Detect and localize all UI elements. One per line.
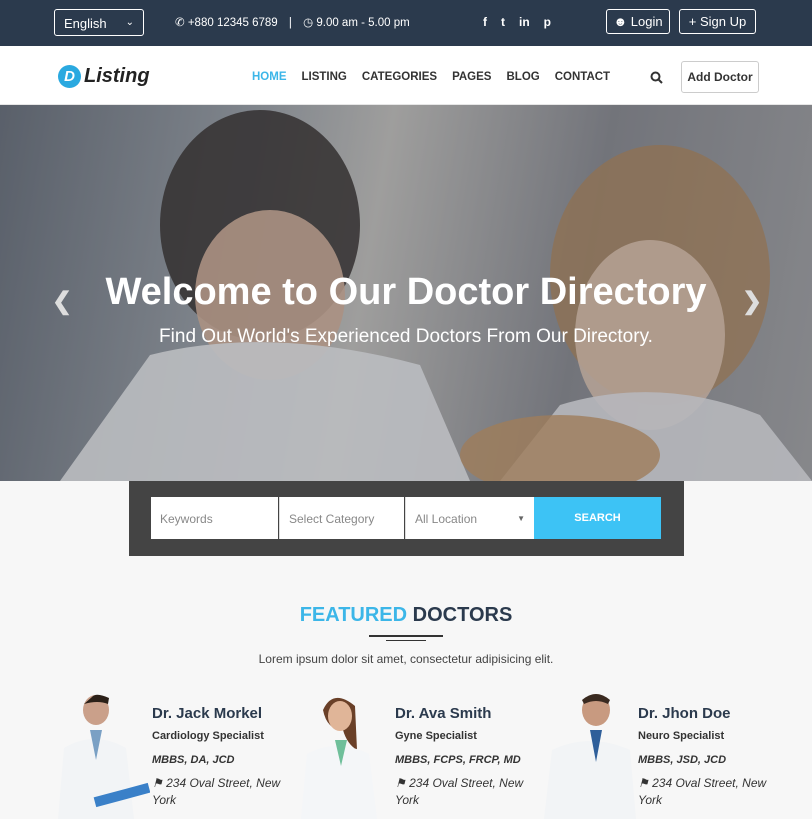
map-marker-icon: ⚑ bbox=[638, 776, 649, 790]
featured-title-rest: DOCTORS bbox=[412, 604, 513, 626]
title-divider-short bbox=[386, 640, 426, 641]
hero-subtitle: Find Out World's Experienced Doctors Fro… bbox=[159, 326, 653, 347]
logo-mark: D bbox=[58, 65, 81, 88]
hero-title: Welcome to Our Doctor Directory bbox=[105, 271, 707, 313]
doctor-info: Dr. Ava Smith Gyne Specialist MBBS, FCPS… bbox=[395, 705, 525, 809]
nav-item-categories[interactable]: CATEGORIES bbox=[362, 71, 437, 83]
caret-down-icon: ▼ bbox=[517, 514, 525, 523]
doctor-specialty: Neuro Specialist bbox=[638, 730, 725, 742]
doctor-info: Dr. Jack Morkel Cardiology Specialist MB… bbox=[152, 705, 282, 809]
doctor-degrees: MBBS, DA, JCD bbox=[152, 754, 235, 766]
doctor-address: ⚑ 234 Oval Street, New York bbox=[395, 775, 525, 809]
nav-item-home[interactable]: HOME bbox=[252, 71, 287, 83]
doctor-photo bbox=[301, 697, 377, 819]
chevron-down-icon: ⌄ bbox=[125, 17, 134, 28]
pinterest-icon[interactable]: p bbox=[544, 15, 551, 29]
doctor-photo bbox=[544, 694, 636, 819]
main-navigation: D Listing HOME LISTING CATEGORIES PAGES … bbox=[0, 46, 812, 105]
login-button[interactable]: ☻ Login bbox=[606, 9, 670, 34]
featured-title: FEATURED DOCTORS bbox=[0, 604, 812, 627]
linkedin-icon[interactable]: in bbox=[519, 15, 530, 29]
nav-item-pages[interactable]: PAGES bbox=[452, 71, 491, 83]
doctor-specialty: Gyne Specialist bbox=[395, 730, 477, 742]
nav-item-blog[interactable]: BLOG bbox=[506, 71, 539, 83]
nav-menu: HOME LISTING CATEGORIES PAGES BLOG CONTA… bbox=[252, 71, 610, 83]
location-select[interactable]: All Location ▼ bbox=[405, 497, 534, 539]
doctor-address-text: 234 Oval Street, New York bbox=[638, 776, 767, 807]
plus-icon: + bbox=[688, 14, 697, 29]
hero-slider: ❮ ❯ Welcome to Our Doctor Directory Find… bbox=[0, 105, 812, 481]
language-select[interactable]: English ⌄ bbox=[54, 9, 144, 36]
category-value: Select Category bbox=[289, 512, 375, 526]
social-links: f t in p bbox=[483, 15, 551, 29]
language-value: English bbox=[64, 16, 107, 31]
doctor-address: ⚑ 234 Oval Street, New York bbox=[638, 775, 768, 809]
phone-number: +880 12345 6789 bbox=[187, 17, 278, 29]
doctor-name[interactable]: Dr. Jhon Doe bbox=[638, 705, 768, 722]
category-select[interactable]: Select Category bbox=[279, 497, 404, 539]
map-marker-icon: ⚑ bbox=[152, 776, 163, 790]
doctor-address-text: 234 Oval Street, New York bbox=[395, 776, 524, 807]
location-value: All Location bbox=[415, 512, 478, 526]
doctor-name[interactable]: Dr. Ava Smith bbox=[395, 705, 525, 722]
nav-item-listing[interactable]: LISTING bbox=[302, 71, 347, 83]
add-doctor-button[interactable]: Add Doctor bbox=[681, 61, 759, 93]
nav-item-contact[interactable]: CONTACT bbox=[555, 71, 610, 83]
doctor-card[interactable]: Dr. Jhon Doe Neuro Specialist MBBS, JSD,… bbox=[540, 690, 780, 819]
doctor-card[interactable]: Dr. Ava Smith Gyne Specialist MBBS, FCPS… bbox=[297, 690, 537, 819]
logo-text: Listing bbox=[84, 65, 150, 87]
map-marker-icon: ⚑ bbox=[395, 776, 406, 790]
twitter-icon[interactable]: t bbox=[501, 15, 505, 29]
divider: | bbox=[288, 17, 292, 29]
doctor-address-text: 234 Oval Street, New York bbox=[152, 776, 281, 807]
logo[interactable]: D Listing bbox=[58, 65, 150, 88]
doctor-address: ⚑ 234 Oval Street, New York bbox=[152, 775, 282, 809]
top-bar: English ⌄ ✆ +880 12345 6789 | ◷ 9.00 am … bbox=[0, 0, 812, 46]
keywords-input[interactable]: Keywords bbox=[151, 497, 278, 539]
signup-button[interactable]: + Sign Up bbox=[679, 9, 756, 34]
login-label: Login bbox=[630, 14, 663, 29]
clock-icon: ◷ bbox=[303, 17, 314, 29]
doctor-info: Dr. Jhon Doe Neuro Specialist MBBS, JSD,… bbox=[638, 705, 768, 809]
doctor-degrees: MBBS, JSD, JCD bbox=[638, 754, 727, 766]
featured-subtitle: Lorem ipsum dolor sit amet, consectetur … bbox=[258, 652, 554, 666]
search-button[interactable]: SEARCH bbox=[534, 497, 661, 539]
title-divider bbox=[369, 635, 443, 637]
phone-icon: ✆ bbox=[175, 17, 185, 29]
contact-info: ✆ +880 12345 6789 | ◷ 9.00 am - 5.00 pm bbox=[175, 15, 410, 29]
featured-title-highlight: FEATURED bbox=[299, 604, 408, 626]
office-hours: 9.00 am - 5.00 pm bbox=[316, 17, 410, 29]
doctor-degrees: MBBS, FCPS, FRCP, MD bbox=[395, 754, 521, 766]
doctor-card[interactable]: Dr. Jack Morkel Cardiology Specialist MB… bbox=[54, 690, 294, 819]
facebook-icon[interactable]: f bbox=[483, 15, 487, 29]
search-icon[interactable] bbox=[650, 71, 663, 84]
search-panel: Keywords Select Category All Location ▼ … bbox=[129, 481, 684, 556]
user-icon: ☻ bbox=[613, 14, 628, 29]
doctor-name[interactable]: Dr. Jack Morkel bbox=[152, 705, 282, 722]
doctor-specialty: Cardiology Specialist bbox=[152, 730, 264, 742]
doctor-photo bbox=[58, 694, 150, 819]
signup-label: Sign Up bbox=[699, 14, 747, 29]
